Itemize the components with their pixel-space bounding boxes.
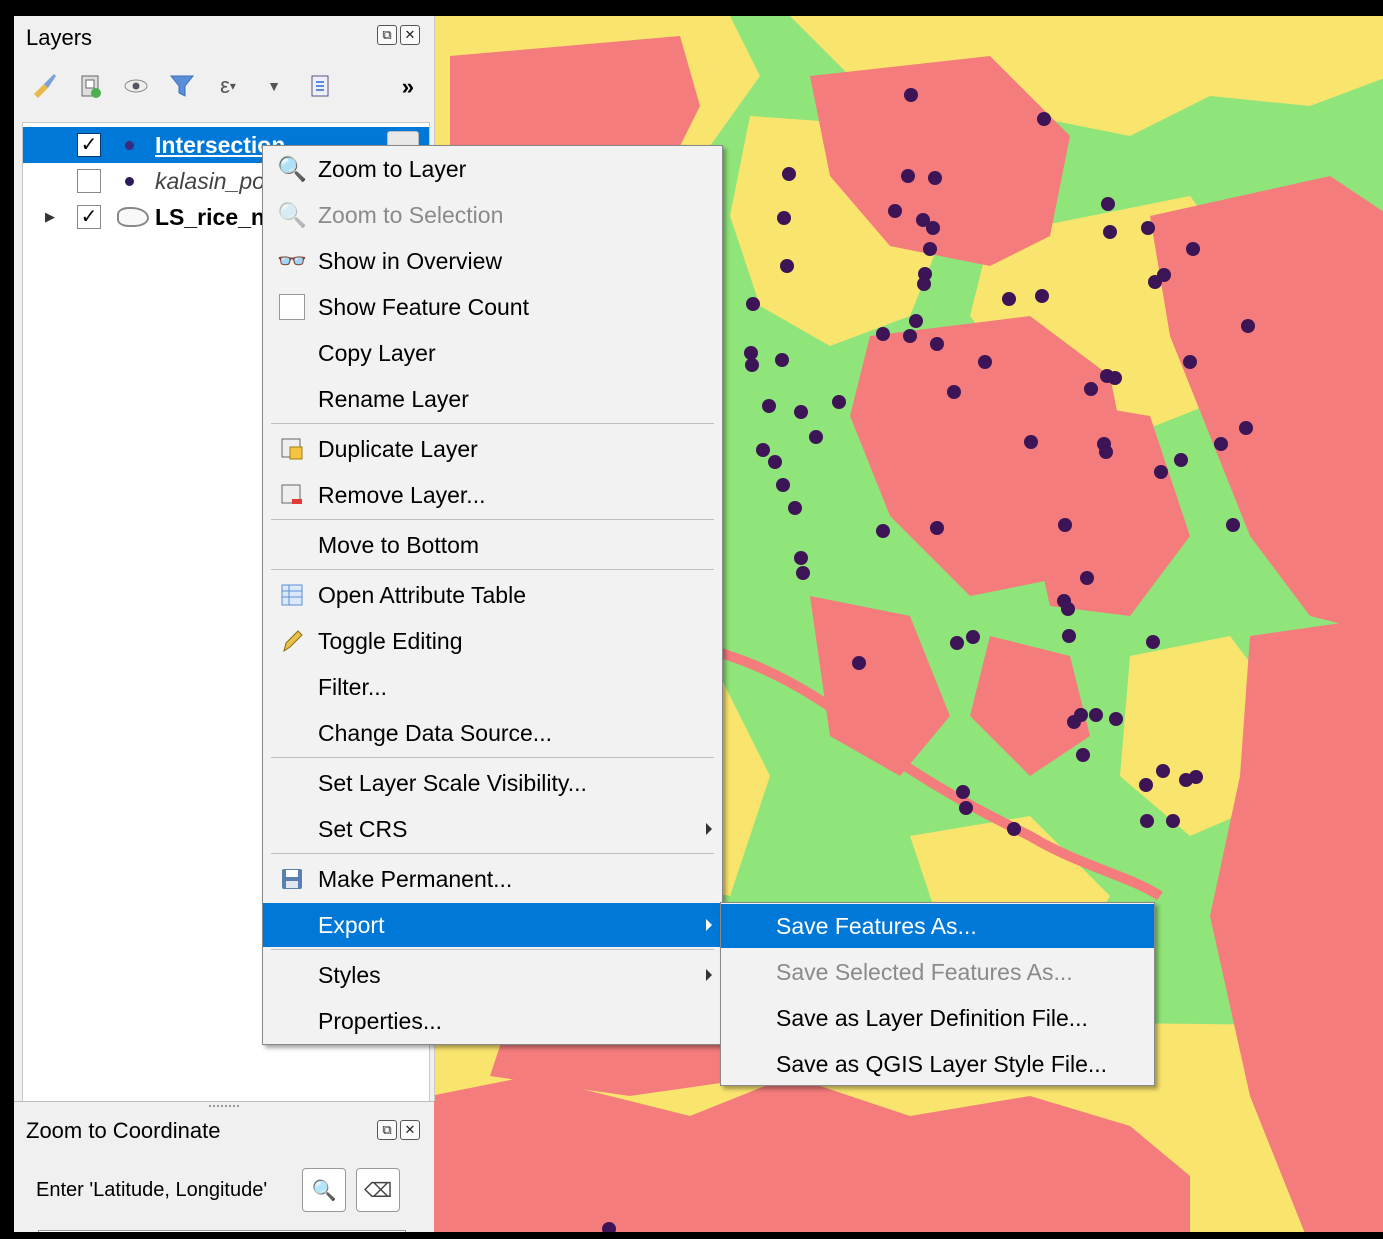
menu-item-save-features-as[interactable]: Save Features As... — [721, 904, 1154, 948]
collapse-all-icon[interactable] — [304, 70, 336, 102]
remove-layer-icon — [278, 481, 306, 509]
submenu-arrow-icon — [706, 823, 712, 835]
menu-item-open-attribute-table[interactable]: Open Attribute Table — [263, 573, 722, 617]
menu-item-properties[interactable]: Properties... — [263, 999, 722, 1043]
polygon-symbol-icon — [117, 207, 149, 227]
dropdown-icon[interactable]: ▼ — [258, 70, 290, 102]
layers-toolbar: ε ▾ ▼ — [28, 66, 336, 106]
point-symbol-icon — [125, 140, 134, 150]
layer-context-menu: 🔍 Zoom to Layer 🔍 Zoom to Selection 👓 Sh… — [262, 145, 723, 1045]
menu-item-change-data-source[interactable]: Change Data Source... — [263, 711, 722, 755]
menu-separator — [271, 949, 714, 950]
layer-visibility-checkbox[interactable] — [77, 169, 101, 193]
toolbar-overflow-button[interactable]: » — [402, 74, 414, 100]
submenu-arrow-icon — [706, 919, 712, 931]
backspace-icon: ⌫ — [363, 1179, 393, 1202]
point-symbol-icon — [125, 176, 134, 186]
menu-item-save-qgis-layer-style[interactable]: Save as QGIS Layer Style File... — [721, 1042, 1154, 1086]
duplicate-icon — [278, 435, 306, 463]
magnifier-icon: 🔍 — [277, 201, 307, 229]
paintbrush-icon[interactable] — [28, 70, 60, 102]
zoom-to-coordinate-panel: Zoom to Coordinate ⧉ ✕ Enter 'Latitude, … — [14, 1101, 434, 1232]
layer-visibility-checkbox[interactable]: ✓ — [77, 205, 101, 229]
zoom-in-icon: 🔍 — [311, 1179, 337, 1202]
save-icon — [278, 865, 306, 893]
menu-item-save-selected-features-as[interactable]: Save Selected Features As... — [721, 950, 1154, 994]
menu-item-set-layer-scale-visibility[interactable]: Set Layer Scale Visibility... — [263, 761, 722, 805]
menu-item-styles[interactable]: Styles — [263, 953, 722, 997]
menu-separator — [271, 423, 714, 424]
checkbox-icon[interactable] — [278, 293, 306, 321]
menu-item-make-permanent[interactable]: Make Permanent... — [263, 857, 722, 901]
eye-icon[interactable] — [120, 70, 152, 102]
menu-item-copy-layer[interactable]: Copy Layer — [263, 331, 722, 375]
menu-separator — [271, 519, 714, 520]
menu-item-zoom-to-selection[interactable]: 🔍 Zoom to Selection — [263, 193, 722, 237]
menu-item-remove-layer[interactable]: Remove Layer... — [263, 473, 722, 517]
magnifier-icon: 🔍 — [277, 155, 307, 183]
expand-arrow-icon[interactable]: ▶ — [45, 209, 55, 225]
float-panel-icon[interactable]: ⧉ — [377, 1120, 397, 1140]
close-panel-icon[interactable]: ✕ — [400, 25, 420, 45]
menu-item-filter[interactable]: Filter... — [263, 665, 722, 709]
layer-visibility-checkbox[interactable]: ✓ — [77, 133, 101, 157]
export-submenu: Save Features As... Save Selected Featur… — [720, 902, 1155, 1086]
zoom-to-coordinate-button[interactable]: 🔍 — [302, 1168, 346, 1212]
coordinate-input[interactable] — [38, 1230, 406, 1232]
menu-separator — [271, 757, 714, 758]
pencil-icon — [278, 627, 306, 655]
coord-panel-title: Zoom to Coordinate — [26, 1118, 221, 1143]
qgis-window: Layers ⧉ ✕ ε ▾ ▼ » ✓ Intersection kalasi… — [0, 0, 1383, 1239]
splitter-grip[interactable] — [209, 1105, 239, 1109]
coord-input-label: Enter 'Latitude, Longitude' — [36, 1179, 268, 1201]
menu-item-zoom-to-layer[interactable]: 🔍 Zoom to Layer — [263, 147, 722, 191]
menu-separator — [271, 853, 714, 854]
layers-panel-title: Layers — [26, 25, 93, 50]
close-panel-icon[interactable]: ✕ — [400, 1120, 420, 1140]
expression-filter-icon[interactable]: ε ▾ — [212, 70, 244, 102]
clear-coordinate-button[interactable]: ⌫ — [356, 1168, 400, 1212]
coord-panel-dock-buttons: ⧉ ✕ — [377, 1120, 420, 1140]
submenu-arrow-icon — [706, 969, 712, 981]
menu-separator — [271, 569, 714, 570]
menu-item-show-in-overview[interactable]: 👓 Show in Overview — [263, 239, 722, 283]
menu-item-set-crs[interactable]: Set CRS — [263, 807, 722, 851]
filter-icon[interactable] — [166, 70, 198, 102]
menu-item-show-feature-count[interactable]: Show Feature Count — [263, 285, 722, 329]
menu-item-export[interactable]: Export — [263, 903, 722, 947]
menu-item-move-to-bottom[interactable]: Move to Bottom — [263, 523, 722, 567]
glasses-icon: 👓 — [277, 247, 307, 275]
menu-item-toggle-editing[interactable]: Toggle Editing — [263, 619, 722, 663]
layers-panel-dock-buttons: ⧉ ✕ — [377, 25, 420, 45]
menu-item-duplicate-layer[interactable]: Duplicate Layer — [263, 427, 722, 471]
layer-name: kalasin_po — [155, 167, 265, 194]
add-group-icon[interactable] — [74, 70, 106, 102]
menu-item-rename-layer[interactable]: Rename Layer — [263, 377, 722, 421]
menu-item-save-layer-definition[interactable]: Save as Layer Definition File... — [721, 996, 1154, 1040]
float-panel-icon[interactable]: ⧉ — [377, 25, 397, 45]
table-icon — [278, 581, 306, 609]
layer-name: LS_rice_ne — [155, 203, 278, 230]
